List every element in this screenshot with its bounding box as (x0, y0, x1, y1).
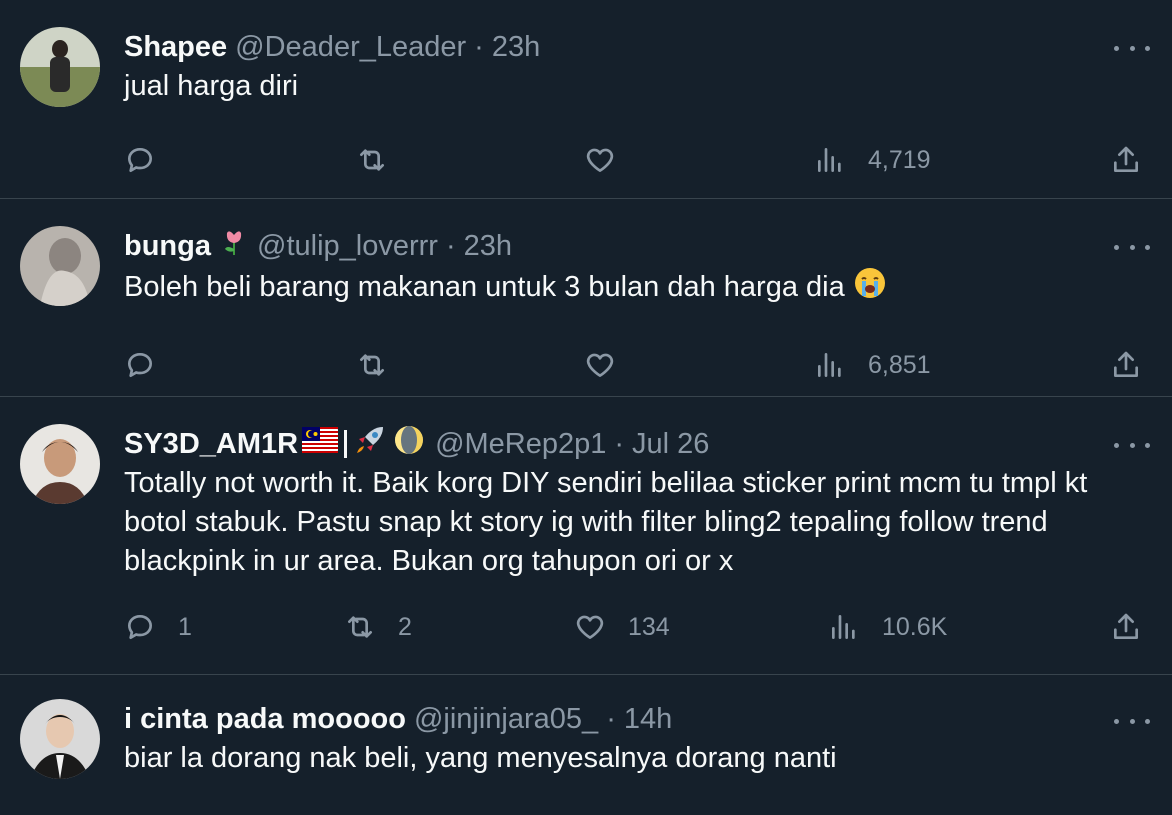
retweet-icon (360, 354, 384, 376)
moon-icon (393, 424, 425, 464)
display-name[interactable]: bunga (124, 230, 211, 263)
tweet-header: i cinta pada mooooo @jinjinjara05_ · 14h (124, 701, 1152, 737)
reply-button[interactable] (124, 345, 178, 385)
retweet-icon (348, 616, 372, 638)
like-button[interactable] (584, 345, 638, 385)
avatar[interactable] (20, 424, 100, 504)
tweet-header: Shapee @Deader_Leader · 23h (124, 29, 1152, 65)
tweet-header: SY3D_AM1R @MeRep2p1 · Jul 26 (124, 426, 1152, 462)
view-count: 4,719 (868, 145, 931, 174)
user-handle[interactable]: @MeRep2p1 (435, 428, 606, 461)
retweet-count: 2 (398, 612, 412, 641)
tweet[interactable]: i cinta pada mooooo @jinjinjara05_ · 14h… (0, 675, 1172, 815)
share-button[interactable] (1110, 140, 1142, 180)
timestamp[interactable]: 23h (492, 31, 540, 64)
tweet-header: bunga @tulip_loverrr · 23h (124, 228, 1152, 264)
user-handle[interactable]: @tulip_loverrr (257, 230, 438, 263)
action-bar: 1 2 134 10.6K (124, 607, 1152, 647)
views-button[interactable]: 4,719 (814, 140, 931, 180)
user-handle[interactable]: @Deader_Leader (235, 31, 466, 64)
display-name[interactable]: Shapee (124, 31, 227, 64)
rocket-icon (353, 423, 387, 465)
avatar[interactable] (20, 699, 100, 779)
reply-icon (128, 353, 152, 377)
like-button[interactable]: 134 (574, 607, 670, 647)
display-name[interactable]: SY3D_AM1R (124, 428, 298, 461)
reply-button[interactable] (124, 140, 178, 180)
heart-icon (586, 148, 614, 172)
views-icon (818, 148, 841, 172)
views-button[interactable]: 10.6K (828, 607, 947, 647)
reply-button[interactable]: 1 (124, 607, 192, 647)
tweet-text: Totally not worth it. Baik korg DIY send… (124, 467, 1088, 577)
malaysia-flag-icon (302, 427, 339, 461)
retweet-icon (360, 149, 384, 171)
tweet[interactable]: Shapee @Deader_Leader · 23h jual harga d… (0, 0, 1172, 199)
tweet[interactable]: SY3D_AM1R @MeRep2p1 · Jul 26 Totally not… (0, 397, 1172, 675)
like-count: 134 (628, 612, 670, 641)
views-icon (832, 615, 855, 639)
more-options-icon[interactable] (1114, 237, 1150, 257)
action-bar: 4,719 (124, 140, 1152, 180)
retweet-button[interactable]: 2 (344, 607, 412, 647)
divider-bar (344, 430, 348, 458)
share-button[interactable] (1110, 345, 1142, 385)
retweet-button[interactable] (356, 345, 410, 385)
separator: · (614, 427, 625, 460)
tulip-icon (219, 227, 249, 265)
tweet-text-line: Boleh beli barang makanan untuk 3 bulan … (124, 266, 1152, 311)
separator: · (606, 702, 616, 735)
share-icon (1114, 613, 1138, 639)
timestamp[interactable]: Jul 26 (632, 428, 709, 461)
views-button[interactable]: 6,851 (814, 345, 931, 385)
timestamp[interactable]: 14h (624, 703, 672, 736)
share-icon (1114, 146, 1138, 172)
crying-face-icon (853, 266, 887, 311)
heart-icon (586, 353, 614, 377)
views-icon (818, 353, 841, 377)
more-options-icon[interactable] (1114, 711, 1150, 731)
view-count: 10.6K (882, 612, 948, 641)
timestamp[interactable]: 23h (464, 230, 512, 263)
avatar[interactable] (20, 226, 100, 306)
tweet-text: jual harga diri (124, 70, 299, 102)
retweet-button[interactable] (356, 140, 410, 180)
reply-count: 1 (178, 612, 192, 641)
like-button[interactable] (584, 140, 638, 180)
action-bar: 6,851 (124, 345, 1152, 385)
reply-icon (128, 615, 152, 639)
heart-icon (576, 615, 604, 639)
share-icon (1114, 351, 1138, 377)
tweet-text: biar la dorang nak beli, yang menyesalny… (124, 742, 837, 774)
avatar[interactable] (20, 27, 100, 107)
separator: · (474, 30, 484, 63)
separator: · (445, 229, 456, 262)
tweet-text: Boleh beli barang makanan untuk 3 bulan … (124, 271, 845, 304)
tweet[interactable]: bunga @tulip_loverrr · 23h Boleh beli ba… (0, 199, 1172, 397)
display-name[interactable]: i cinta pada mooooo (124, 703, 406, 736)
more-options-icon[interactable] (1114, 435, 1150, 455)
user-handle[interactable]: @jinjinjara05_ (414, 703, 598, 736)
reply-icon (128, 148, 152, 172)
share-button[interactable] (1110, 607, 1142, 647)
more-options-icon[interactable] (1114, 38, 1150, 58)
reply-feed: Shapee @Deader_Leader · 23h jual harga d… (0, 0, 1172, 815)
view-count: 6,851 (868, 350, 931, 379)
